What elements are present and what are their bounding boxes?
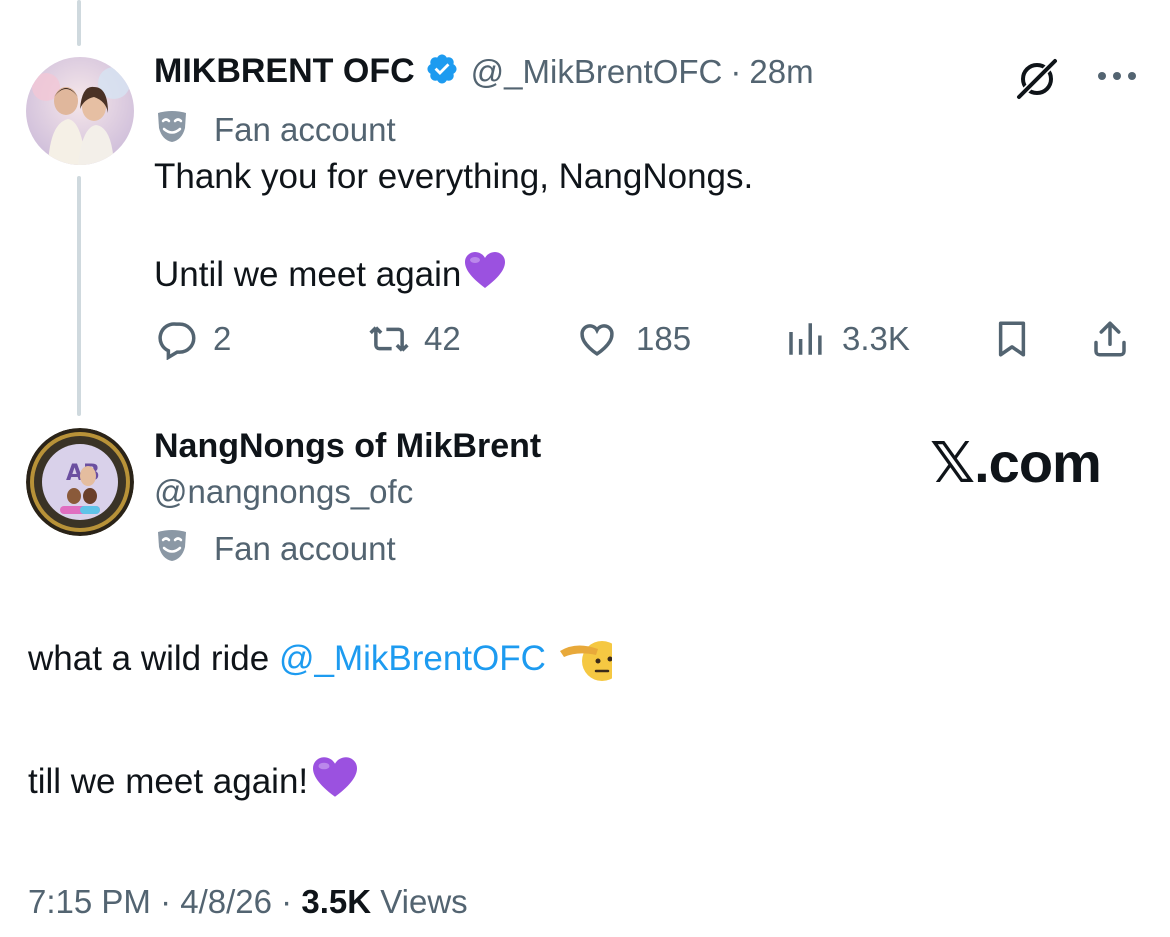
views-icon	[784, 318, 826, 360]
tweet-text-line2: Until we meet again	[154, 250, 507, 299]
repost-count: 42	[424, 320, 461, 357]
bookmark-button[interactable]	[991, 318, 1033, 360]
mention-link[interactable]: @_MikBrentOFC	[279, 639, 546, 679]
reply-text-line2-content: till we meet again!	[28, 761, 309, 801]
repost-icon	[366, 318, 412, 360]
purple-heart-icon	[310, 755, 360, 808]
views-total: 3.5K	[301, 883, 372, 920]
like-button[interactable]: 185	[574, 318, 691, 360]
tweet-text-line1: Thank you for everything, NangNongs.	[154, 157, 754, 196]
views-label: Views	[380, 883, 468, 920]
reply-count: 2	[213, 320, 232, 357]
display-name[interactable]: NangNongs of MikBrent	[154, 427, 541, 466]
reply-text-prefix: what a wild ride	[28, 639, 279, 678]
separator: ·	[730, 52, 742, 90]
avatar[interactable]: AB	[26, 428, 134, 536]
post-date[interactable]: 4/8/26	[180, 883, 272, 920]
handle[interactable]: @_MikBrentOFC	[471, 53, 723, 91]
handle[interactable]: @nangnongs_ofc	[154, 473, 413, 511]
purple-heart-icon	[463, 250, 507, 299]
timestamp[interactable]: 28m	[749, 53, 813, 91]
share-button[interactable]	[1087, 318, 1133, 360]
heart-icon	[574, 318, 620, 360]
tweet-text-line2-content: Until we meet again	[154, 254, 462, 294]
fan-account-label: Fan account	[154, 108, 396, 152]
avatar[interactable]	[26, 57, 134, 165]
thread-line-top	[77, 0, 81, 46]
grok-icon[interactable]	[1014, 56, 1060, 107]
views-button[interactable]: 3.3K	[784, 318, 910, 360]
meta-separator: ·	[281, 883, 293, 920]
display-name[interactable]: MIKBRENT OFC	[154, 52, 415, 91]
tweet-header: MIKBRENT OFC @_MikBrentOFC · 28m	[154, 52, 814, 91]
share-icon	[1087, 318, 1133, 360]
reply-icon	[157, 318, 199, 360]
fan-account-text: Fan account	[214, 530, 396, 567]
views-count: 3.3K	[842, 320, 910, 357]
post-time[interactable]: 7:15 PM	[28, 883, 151, 920]
thread-line	[77, 176, 81, 416]
reply-text-line1: what a wild ride @_MikBrentOFC	[28, 637, 612, 681]
more-icon[interactable]	[1096, 69, 1138, 87]
fan-mask-icon	[154, 527, 190, 571]
saluting-face-icon	[558, 637, 612, 681]
meta-separator: ·	[160, 883, 172, 920]
bookmark-icon	[991, 318, 1033, 360]
like-count: 185	[636, 320, 692, 357]
repost-button[interactable]: 42	[366, 318, 461, 360]
fan-mask-icon	[154, 108, 190, 152]
tweet-meta: 7:15 PM · 4/8/26 · 3.5K Views	[28, 883, 468, 921]
reply-text-line2: till we meet again!	[28, 755, 360, 808]
fan-account-label: Fan account	[154, 527, 396, 571]
fan-account-text: Fan account	[214, 111, 396, 148]
verified-badge-icon	[425, 52, 459, 91]
reply-button[interactable]: 2	[157, 318, 231, 360]
x-com-watermark: 𝕏.com	[930, 431, 1102, 494]
